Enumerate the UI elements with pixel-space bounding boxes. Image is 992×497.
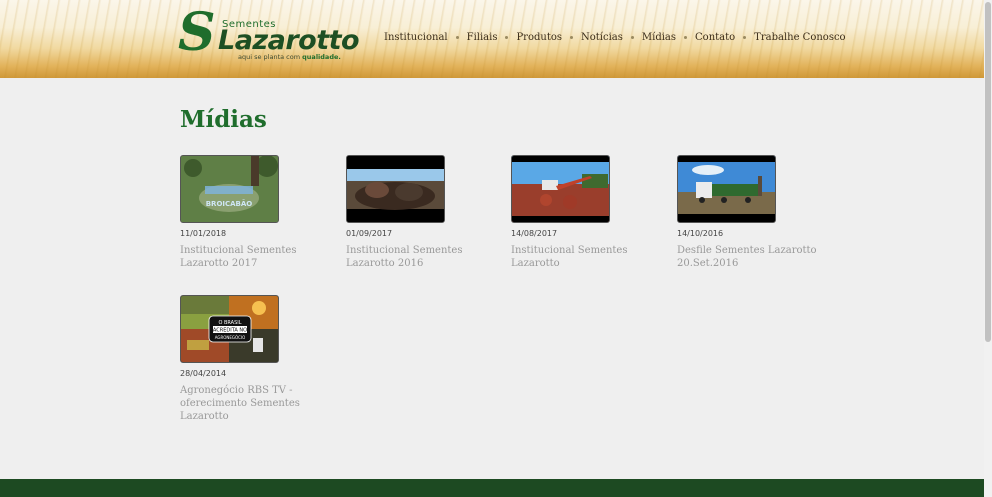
nav-separator [630, 36, 634, 39]
video-title[interactable]: Agronegócio RBS TV - oferecimento Sement… [180, 384, 320, 423]
nav-separator [684, 36, 688, 39]
video-card[interactable]: 14/08/2017 Institucional Sementes Lazaro… [511, 155, 651, 270]
main-nav: Institucional Filiais Produtos Notícias … [384, 32, 846, 43]
video-date: 14/10/2016 [677, 229, 724, 238]
video-title[interactable]: Institucional Sementes Lazarotto [511, 244, 651, 270]
thumbnail-image: O BRASIL ACREDITA NO AGRONEGÓCIO [181, 296, 278, 362]
site-header: S Sementes Lazarotto aqui se planta com … [0, 0, 984, 78]
thumbnail-image [678, 156, 775, 222]
nav-item-contato[interactable]: Contato [695, 32, 735, 43]
video-thumbnail[interactable] [346, 155, 445, 223]
nav-separator [743, 36, 747, 39]
video-thumbnail[interactable] [677, 155, 776, 223]
nav-item-produtos[interactable]: Produtos [516, 32, 562, 43]
video-card[interactable]: 14/10/2016 Desfile Sementes Lazarotto 20… [677, 155, 817, 270]
page-title: Mídias [180, 106, 267, 133]
nav-item-noticias[interactable]: Notícias [581, 32, 623, 43]
video-title[interactable]: Institucional Sementes Lazarotto 2016 [346, 244, 486, 270]
thumbnail-image: BROICABÃO [181, 156, 278, 222]
thumbnail-text-line-3: AGRONEGÓCIO [215, 335, 246, 340]
nav-separator [505, 36, 509, 39]
scrollbar-thumb[interactable] [985, 2, 991, 342]
nav-separator [455, 36, 459, 39]
thumbnail-text: BROICABÃO [206, 199, 253, 208]
logo-tagline-bold: qualidade. [302, 53, 341, 61]
nav-item-midias[interactable]: Mídias [642, 32, 676, 43]
brand-logo[interactable]: S Sementes Lazarotto aqui se planta com … [178, 7, 360, 67]
nav-item-filiais[interactable]: Filiais [467, 32, 498, 43]
video-thumbnail[interactable]: O BRASIL ACREDITA NO AGRONEGÓCIO [180, 295, 279, 363]
logo-s-mark: S [178, 2, 216, 63]
nav-separator [570, 36, 573, 39]
video-title[interactable]: Institucional Sementes Lazarotto 2017 [180, 244, 320, 270]
thumbnail-image [347, 156, 444, 222]
site-footer [0, 479, 984, 497]
video-date: 14/08/2017 [511, 229, 558, 238]
video-card[interactable]: BROICABÃO 11/01/2018 Institucional Semen… [180, 155, 320, 270]
video-date: 11/01/2018 [180, 229, 227, 238]
video-card[interactable]: 01/09/2017 Institucional Sementes Lazaro… [346, 155, 486, 270]
video-date: 01/09/2017 [346, 229, 393, 238]
logo-tagline-text: aqui se planta com [238, 53, 301, 61]
logo-brand-name: Lazarotto [218, 25, 360, 56]
video-thumbnail[interactable]: BROICABÃO [180, 155, 279, 223]
thumbnail-text-line-2: ACREDITA NO [213, 328, 247, 334]
video-thumbnail[interactable] [511, 155, 610, 223]
video-title[interactable]: Desfile Sementes Lazarotto 20.Set.2016 [677, 244, 817, 270]
video-card[interactable]: O BRASIL ACREDITA NO AGRONEGÓCIO 28/04/2… [180, 295, 320, 423]
video-date: 28/04/2014 [180, 369, 227, 378]
page-scrollbar[interactable] [984, 0, 992, 497]
nav-item-trabalhe-conosco[interactable]: Trabalhe Conosco [754, 32, 845, 43]
logo-tagline: aqui se planta com qualidade. [238, 53, 341, 61]
thumbnail-text-line-1: O BRASIL [218, 320, 241, 326]
thumbnail-image [512, 156, 609, 222]
nav-item-institucional[interactable]: Institucional [384, 32, 448, 43]
